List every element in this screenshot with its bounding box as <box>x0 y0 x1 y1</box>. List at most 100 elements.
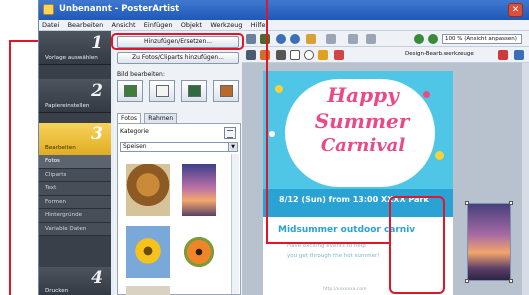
poster-title-line2: Summer <box>314 109 410 133</box>
step-4-print[interactable]: 4 Drucken <box>39 267 111 295</box>
image-icon[interactable] <box>246 34 256 44</box>
design-check-icon[interactable] <box>498 50 508 60</box>
main-toolbar: 100 % (Ansicht anpassen) <box>242 31 529 47</box>
zoom-in-icon[interactable] <box>414 34 424 44</box>
highlight-add-replace <box>111 33 244 50</box>
vertical-scrollbar[interactable] <box>522 63 529 295</box>
step-label: Vorlage auswählen <box>45 55 98 61</box>
step-number: 2 <box>91 81 103 101</box>
thumbnail-scrollbar[interactable] <box>231 154 239 294</box>
zoom-out-icon[interactable] <box>428 34 438 44</box>
steps-panel: 1 Vorlage auswählen 2 Papiereinstellen 3… <box>39 31 111 295</box>
category-label: Kategorie <box>120 128 149 135</box>
step-3-edit[interactable]: 3 Bearbeiten <box>39 123 111 155</box>
callout-line-top <box>266 0 268 34</box>
canvas-area[interactable]: Happy Summer Carnival 8/12 (Sun) from 13… <box>242 63 529 295</box>
menu-object[interactable]: Objekt <box>178 20 205 29</box>
poster-confetti <box>435 151 444 160</box>
poster-confetti <box>275 85 283 93</box>
menu-view[interactable]: Ansicht <box>109 20 139 29</box>
clipart-tool-icon[interactable] <box>334 50 344 60</box>
image-edit-buttons <box>117 80 241 102</box>
menu-tools[interactable]: Werkzeug <box>207 20 245 29</box>
poster-confetti <box>423 91 430 98</box>
image-mask-button[interactable] <box>181 80 207 102</box>
image-adjust-button[interactable] <box>117 80 143 102</box>
category-value: Speisen <box>123 143 147 150</box>
line-tool-icon[interactable] <box>276 50 286 60</box>
chevron-down-icon: ▼ <box>228 143 237 151</box>
tab-frames[interactable]: Rahmen <box>144 113 178 123</box>
poster-url: http://xxxxxxx.com <box>323 287 367 292</box>
poster-header: Happy Summer Carnival <box>263 71 453 189</box>
layout-check-icon[interactable] <box>514 50 524 60</box>
hand-tool-icon[interactable] <box>318 50 328 60</box>
resize-handle[interactable] <box>509 201 513 205</box>
substep-shapes[interactable]: Formen <box>39 195 111 209</box>
callout-line-left-vertical <box>9 40 11 295</box>
resize-handle[interactable] <box>465 279 469 283</box>
substep-text[interactable]: Text <box>39 182 111 196</box>
image-crop-button[interactable] <box>149 80 175 102</box>
align-icon[interactable] <box>306 34 316 44</box>
redo-icon[interactable] <box>290 34 300 44</box>
poster-title-line1: Happy <box>327 83 399 107</box>
photo-icon[interactable] <box>260 34 270 44</box>
dragged-photo[interactable] <box>465 201 513 283</box>
step-1-select-template[interactable]: 1 Vorlage auswählen <box>39 31 111 65</box>
photo-thumbnails <box>120 154 230 295</box>
poster-confetti <box>269 131 275 137</box>
ellipse-tool-icon[interactable] <box>304 50 314 60</box>
window-title: Unbenannt - PosterArtist <box>59 4 180 14</box>
edit-substeps: Fotos Cliparts Text Formen Hintergründe … <box>39 155 111 236</box>
text-tool-icon[interactable] <box>260 50 270 60</box>
substep-variable-data[interactable]: Variable Daten <box>39 222 111 236</box>
title-bar: Unbenannt - PosterArtist ✕ <box>39 0 529 20</box>
menu-file[interactable]: Datei <box>39 20 62 29</box>
step-number: 4 <box>91 268 103 288</box>
category-select[interactable]: Speisen ▼ <box>120 142 238 152</box>
step-number: 1 <box>91 33 103 53</box>
callout-line-right-horizontal <box>266 242 390 244</box>
step-2-paper-settings[interactable]: 2 Papiereinstellen <box>39 79 111 113</box>
substep-photos[interactable]: Fotos <box>39 155 111 169</box>
photo-browser: Kategorie Speisen ▼ <box>117 123 241 295</box>
image-edit-label: Bild bearbeiten: <box>117 71 165 78</box>
zoom-select[interactable]: 100 % (Ansicht anpassen) <box>442 34 522 44</box>
photo-thumbnail-lion[interactable] <box>126 164 170 216</box>
grid-view-icon[interactable] <box>224 127 236 139</box>
substep-cliparts[interactable]: Cliparts <box>39 168 111 182</box>
rotate-icon[interactable] <box>246 50 256 60</box>
photo-thumbnail-sunset[interactable] <box>182 164 216 216</box>
add-to-photos-button[interactable]: Zu Fotos/Cliparts hinzufügen... <box>117 52 239 64</box>
poster-body-line2: you get through the hot summer! <box>287 253 380 259</box>
menu-bar: Datei Bearbeiten Ansicht Einfügen Objekt… <box>39 20 529 31</box>
substep-backgrounds[interactable]: Hintergründe <box>39 209 111 223</box>
photo-thumbnail-sunflower[interactable] <box>126 226 170 278</box>
drawing-toolbar: Design-Bearb.werkzeuge <box>242 47 529 63</box>
resize-handle[interactable] <box>509 279 513 283</box>
tab-photos[interactable]: Fotos <box>117 113 142 123</box>
rectangle-tool-icon[interactable] <box>290 50 300 60</box>
group-icon[interactable] <box>366 34 376 44</box>
design-tools-label: Design-Bearb.werkzeuge <box>405 51 474 57</box>
menu-edit[interactable]: Bearbeiten <box>65 20 107 29</box>
highlight-dragged-photo <box>389 196 445 294</box>
undo-icon[interactable] <box>276 34 286 44</box>
step-label: Bearbeiten <box>45 145 76 151</box>
close-button[interactable]: ✕ <box>508 3 523 17</box>
image-frame-button[interactable] <box>213 80 239 102</box>
arrange-icon[interactable] <box>326 34 336 44</box>
callout-line-right-vertical <box>266 34 268 244</box>
photo-tabs: Fotos Rahmen <box>117 113 178 123</box>
photo-thumbnail-papaya[interactable] <box>182 226 216 278</box>
poster-title-line3: Carnival <box>320 135 406 156</box>
photos-panel: Hinzufügen/Ersetzen... Zu Fotos/Cliparts… <box>114 31 242 295</box>
resize-handle[interactable] <box>465 201 469 205</box>
distribute-icon[interactable] <box>348 34 358 44</box>
step-label: Drucken <box>45 288 69 294</box>
menu-insert[interactable]: Einfügen <box>141 20 176 29</box>
step-number: 3 <box>91 124 103 144</box>
step-label: Papiereinstellen <box>45 103 90 109</box>
photo-thumbnail-partial[interactable] <box>126 286 170 295</box>
